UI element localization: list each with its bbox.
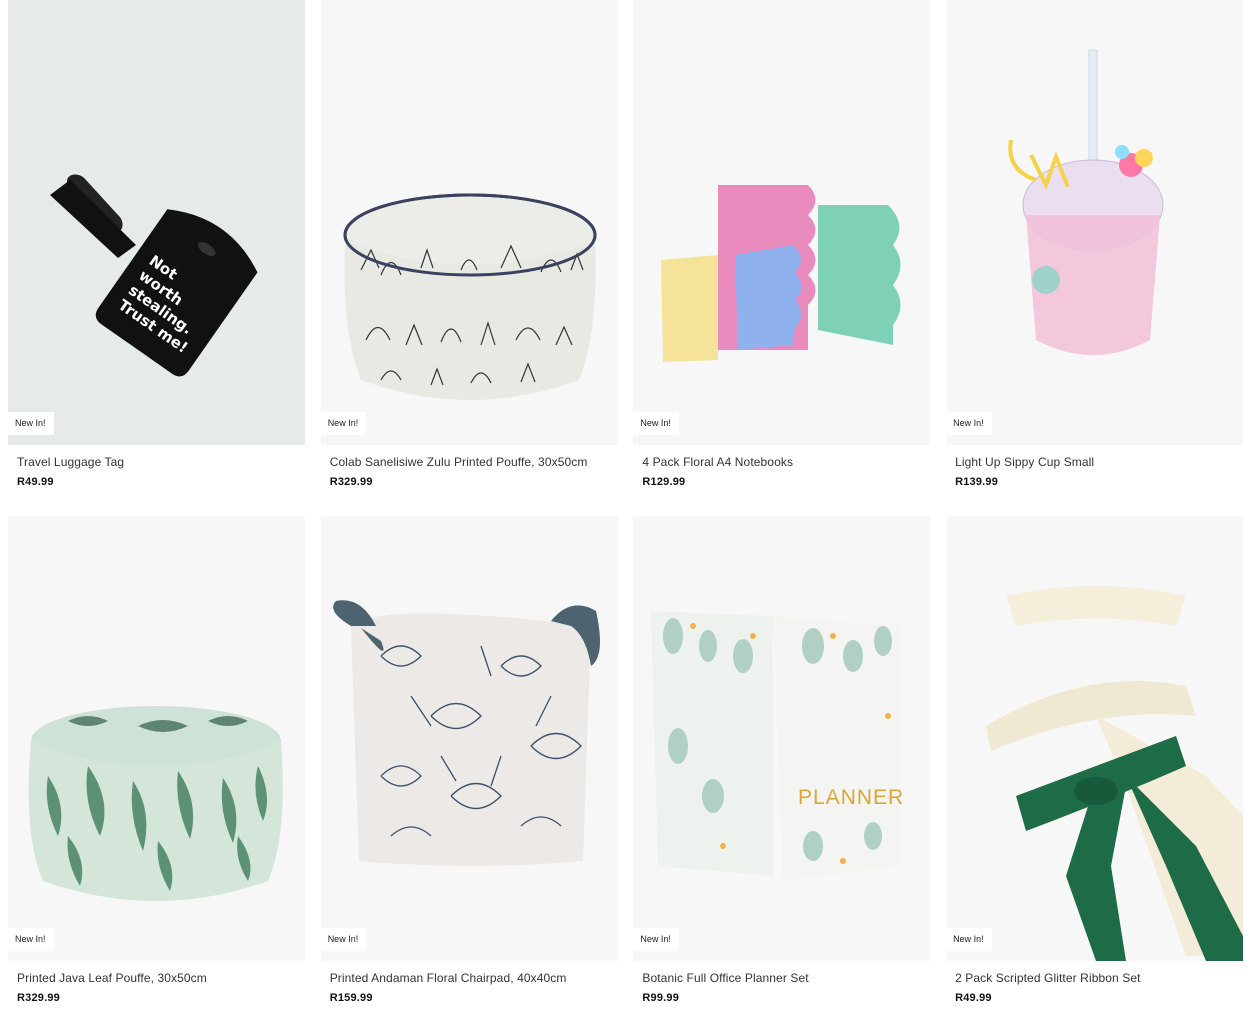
chairpad-image bbox=[320, 516, 618, 961]
product-image[interactable]: New In! bbox=[633, 0, 931, 445]
product-price: R49.99 bbox=[17, 476, 54, 488]
product-image[interactable]: New In! bbox=[946, 0, 1244, 445]
product-card[interactable]: New In! Light Up Sippy Cup Small R139.99 bbox=[946, 0, 1244, 489]
new-in-badge: New In! bbox=[8, 928, 54, 951]
product-title[interactable]: 2 Pack Scripted Glitter Ribbon Set bbox=[955, 971, 1243, 985]
planner-image: PLANNER bbox=[633, 516, 931, 961]
product-title[interactable]: Printed Java Leaf Pouffe, 30x50cm bbox=[17, 971, 305, 985]
product-card[interactable]: New In! Printed Andaman Floral Chairpad,… bbox=[320, 516, 618, 1005]
product-title[interactable]: Light Up Sippy Cup Small bbox=[955, 455, 1243, 469]
planner-text: PLANNER bbox=[798, 786, 904, 809]
new-in-badge: New In! bbox=[633, 412, 679, 435]
leaf-pouffe-image bbox=[8, 516, 305, 961]
product-card[interactable]: New In! Printed Java Leaf Pouffe, 30x50c… bbox=[8, 516, 305, 1005]
luggage-tag-image: Not worth stealing. Trust me! bbox=[8, 0, 305, 445]
product-card[interactable]: New In! 4 Pack Floral A4 Notebooks R129.… bbox=[633, 0, 931, 489]
product-price: R129.99 bbox=[642, 476, 686, 488]
new-in-badge: New In! bbox=[8, 412, 54, 435]
product-price: R159.99 bbox=[329, 992, 373, 1004]
product-card[interactable]: Not worth stealing. Trust me! New In! Tr… bbox=[8, 0, 305, 489]
product-grid: Not worth stealing. Trust me! New In! Tr… bbox=[8, 0, 1244, 1005]
product-price: R329.99 bbox=[17, 992, 60, 1004]
row-spacer bbox=[8, 489, 1243, 516]
product-price: R139.99 bbox=[955, 476, 999, 488]
product-card[interactable]: New In! Colab Sanelisiwe Zulu Printed Po… bbox=[320, 0, 618, 489]
product-price: R329.99 bbox=[329, 476, 373, 488]
new-in-badge: New In! bbox=[946, 412, 992, 435]
product-image[interactable]: New In! bbox=[320, 0, 618, 445]
product-image[interactable]: New In! bbox=[8, 516, 305, 961]
product-card[interactable]: PLANNER New In! Botanic Full Office Plan… bbox=[633, 516, 931, 1005]
new-in-badge: New In! bbox=[320, 412, 367, 435]
product-card[interactable]: New In! 2 Pack Scripted Glitter Ribbon S… bbox=[946, 516, 1244, 1005]
ribbon-set-image bbox=[946, 516, 1244, 961]
new-in-badge: New In! bbox=[320, 928, 367, 951]
product-title[interactable]: Botanic Full Office Planner Set bbox=[642, 971, 930, 985]
product-title[interactable]: Printed Andaman Floral Chairpad, 40x40cm bbox=[330, 971, 618, 985]
product-price: R49.99 bbox=[955, 992, 992, 1004]
product-image[interactable]: PLANNER New In! bbox=[633, 516, 931, 961]
new-in-badge: New In! bbox=[946, 928, 992, 951]
notebooks-image bbox=[633, 0, 931, 445]
product-image[interactable]: New In! bbox=[946, 516, 1244, 961]
product-title[interactable]: Colab Sanelisiwe Zulu Printed Pouffe, 30… bbox=[330, 455, 618, 469]
new-in-badge: New In! bbox=[633, 928, 679, 951]
product-image[interactable]: New In! bbox=[320, 516, 618, 961]
product-title[interactable]: Travel Luggage Tag bbox=[17, 455, 305, 469]
product-image[interactable]: Not worth stealing. Trust me! New In! bbox=[8, 0, 305, 445]
product-price: R99.99 bbox=[642, 992, 680, 1004]
product-title[interactable]: 4 Pack Floral A4 Notebooks bbox=[642, 455, 930, 469]
printed-pouffe-image bbox=[320, 0, 618, 445]
sippy-cup-image bbox=[946, 0, 1244, 445]
